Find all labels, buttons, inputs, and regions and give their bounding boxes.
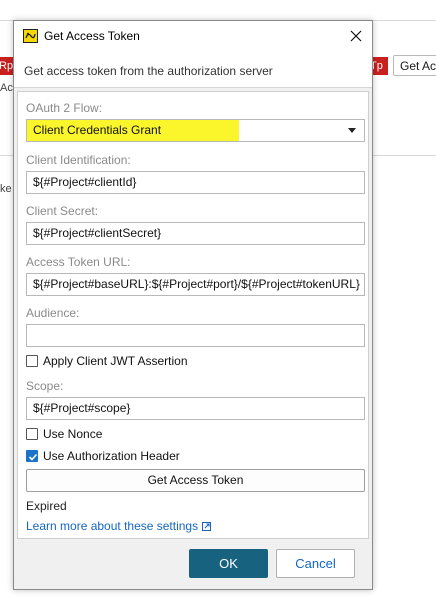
background-text-fragment: Ac: [0, 82, 13, 94]
background-text-fragment: ke: [0, 183, 12, 195]
scope-input[interactable]: ${#Project#scope}: [26, 397, 365, 420]
audience-input[interactable]: [26, 324, 365, 347]
close-icon: [350, 30, 362, 42]
client-id-label: Client Identification:: [26, 153, 131, 167]
dialog-header: Get access token from the authorization …: [14, 51, 372, 88]
get-access-token-dialog: Get Access Token Get access token from t…: [13, 20, 373, 590]
dialog-title: Get Access Token: [44, 29, 140, 43]
client-secret-input[interactable]: ${#Project#clientSecret}: [26, 222, 365, 245]
get-access-token-button[interactable]: Get Access Token: [26, 469, 365, 492]
checkbox-box[interactable]: [26, 450, 38, 462]
access-token-url-input[interactable]: ${#Project#baseURL}:${#Project#port}/${#…: [26, 273, 365, 296]
oauth-flow-value: Client Credentials Grant: [33, 123, 162, 137]
audience-label: Audience:: [26, 306, 80, 320]
oauth-flow-select[interactable]: Client Credentials Grant: [26, 119, 365, 142]
client-secret-label: Client Secret:: [26, 204, 99, 218]
learn-more-link[interactable]: Learn more about these settings: [26, 519, 212, 533]
close-button[interactable]: [344, 24, 368, 48]
access-token-url-label: Access Token URL:: [26, 255, 131, 269]
client-id-input[interactable]: ${#Project#clientId}: [26, 171, 365, 194]
background-tab-fragment-left: Rp: [0, 57, 13, 75]
cancel-button[interactable]: Cancel: [276, 549, 355, 578]
background-divider: [372, 155, 436, 156]
learn-more-label[interactable]: Learn more about these settings: [26, 519, 198, 533]
app-logo-icon: [23, 29, 38, 43]
use-nonce-label: Use Nonce: [43, 427, 103, 441]
settings-panel: OAuth 2 Flow: Client Credentials Grant C…: [17, 91, 369, 539]
oauth-flow-label: OAuth 2 Flow:: [26, 101, 103, 115]
dialog-description: Get access token from the authorization …: [24, 64, 273, 78]
checkbox-box[interactable]: [26, 428, 38, 440]
checkbox-box[interactable]: [26, 355, 38, 367]
external-link-icon: [202, 522, 212, 531]
checkmark-icon: [28, 453, 38, 461]
dialog-titlebar: Get Access Token: [14, 21, 372, 51]
background-get-access-button[interactable]: Get Ac: [393, 55, 436, 76]
ok-button[interactable]: OK: [189, 549, 268, 578]
background-tab-fragment-right: Tp: [372, 57, 388, 75]
token-status: Expired: [26, 499, 67, 513]
background-divider: [0, 155, 13, 156]
apply-client-jwt-label: Apply Client JWT Assertion: [43, 354, 188, 368]
scope-label: Scope:: [26, 379, 64, 393]
dropdown-arrow-icon: [348, 128, 356, 133]
use-auth-header-label: Use Authorization Header: [43, 449, 180, 463]
